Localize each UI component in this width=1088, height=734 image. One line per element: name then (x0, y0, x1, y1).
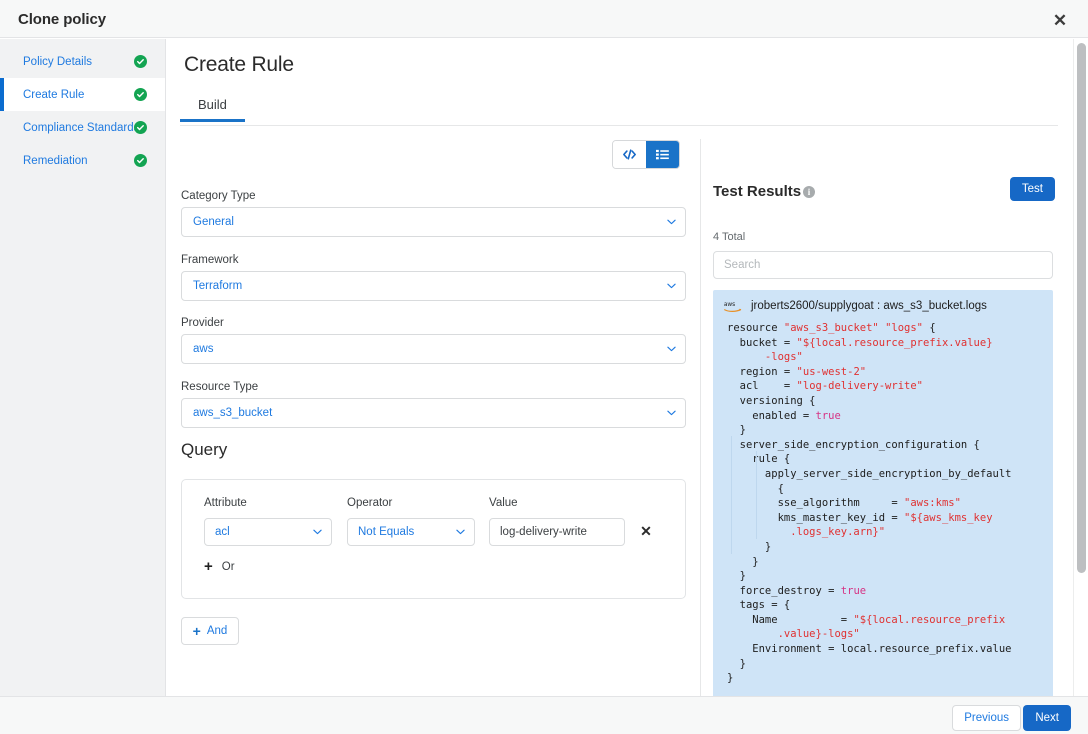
select-value: General (193, 216, 234, 228)
input-value: log-delivery-write (500, 526, 587, 538)
provider-select[interactable]: aws (181, 334, 686, 364)
add-and-label: And (206, 625, 228, 637)
test-result-label: jroberts2600/supplygoat : aws_s3_bucket.… (751, 300, 987, 312)
close-icon[interactable]: ✕ (1048, 8, 1072, 32)
page-title: Create Rule (184, 53, 294, 76)
chevron-down-icon (313, 529, 322, 537)
results-search-input[interactable]: Search (713, 251, 1053, 279)
next-button[interactable]: Next (1023, 705, 1071, 731)
query-attribute-select[interactable]: acl (204, 518, 332, 546)
chevron-down-icon (456, 529, 465, 537)
sidebar-item-label: Compliance Standards (23, 121, 140, 134)
query-condition-group: Attribute Operator Value acl Not Equals (181, 479, 686, 599)
wizard-step-sidebar: Policy Details Create Rule Compliance St… (0, 39, 166, 696)
code-text: resource "aws_s3_bucket" "logs" { bucket… (727, 322, 1012, 685)
add-or-label: Or (221, 560, 235, 573)
sidebar-item-remediation[interactable]: Remediation (0, 144, 165, 177)
test-button[interactable]: Test (1009, 177, 1055, 201)
main-content: Create Rule Build Category Type General … (166, 39, 1072, 696)
plus-icon: + (192, 623, 201, 639)
select-value: acl (215, 526, 230, 538)
svg-text:aws: aws (724, 302, 735, 308)
field-provider: Provider aws (181, 317, 686, 364)
tab-label: Build (198, 97, 227, 112)
dialog-titlebar: Clone policy ✕ (0, 0, 1088, 38)
dialog-scrollbar-thumb[interactable] (1077, 43, 1086, 573)
tab-build[interactable]: Build (180, 93, 245, 122)
chevron-down-icon (667, 219, 676, 227)
remove-condition-icon[interactable]: ✕ (637, 522, 655, 540)
rule-builder-form: Category Type General Framework Terrafor… (166, 127, 700, 696)
field-category-type: Category Type General (181, 190, 686, 237)
select-value: Not Equals (358, 526, 415, 538)
list-view-icon[interactable] (646, 141, 679, 168)
field-label: Category Type (181, 190, 256, 202)
info-icon[interactable]: i (803, 186, 815, 198)
sidebar-item-compliance-standards[interactable]: Compliance Standards (0, 111, 165, 144)
query-operator-select[interactable]: Not Equals (347, 518, 475, 546)
chevron-down-icon (667, 346, 676, 354)
chevron-down-icon (667, 283, 676, 291)
plus-icon: + (204, 558, 213, 575)
query-section-title: Query (181, 440, 228, 459)
previous-button[interactable]: Previous (952, 705, 1021, 731)
chevron-down-icon (667, 410, 676, 418)
select-value: aws_s3_bucket (193, 407, 273, 419)
add-or-condition-button[interactable]: + Or (204, 559, 235, 574)
sidebar-item-policy-details[interactable]: Policy Details (0, 45, 165, 78)
resource-type-select[interactable]: aws_s3_bucket (181, 398, 686, 428)
select-value: Terraform (193, 280, 243, 292)
column-header-attribute: Attribute (204, 497, 247, 509)
field-label: Resource Type (181, 381, 259, 393)
field-framework: Framework Terraform (181, 254, 686, 301)
search-placeholder: Search (724, 259, 761, 271)
results-total-count: 4 Total (713, 231, 746, 243)
code-brackets-icon[interactable] (613, 141, 646, 168)
check-circle-icon (134, 154, 147, 167)
test-results-pane: Test Results i Test 4 Total Search aws j… (701, 127, 1072, 696)
clone-policy-dialog: Clone policy ✕ Policy Details Create Rul… (0, 0, 1088, 734)
field-resource-type: Resource Type aws_s3_bucket (181, 381, 686, 428)
category-type-select[interactable]: General (181, 207, 686, 237)
column-header-operator: Operator (347, 497, 393, 509)
field-label: Framework (181, 254, 239, 266)
sidebar-item-label: Policy Details (23, 55, 93, 68)
sidebar-item-create-rule[interactable]: Create Rule (0, 78, 165, 111)
dialog-title: Clone policy (18, 11, 106, 28)
field-label: Provider (181, 317, 224, 329)
aws-icon: aws (723, 299, 743, 313)
view-mode-toggle (612, 140, 680, 169)
framework-select[interactable]: Terraform (181, 271, 686, 301)
check-circle-icon (134, 88, 147, 101)
add-and-condition-button[interactable]: + And (181, 617, 239, 645)
sidebar-item-label: Create Rule (23, 88, 85, 101)
sidebar-item-label: Remediation (23, 154, 88, 167)
test-result-header: aws jroberts2600/supplygoat : aws_s3_buc… (713, 290, 1053, 318)
tab-bar: Build (180, 93, 1058, 126)
test-results-title: Test Results (713, 183, 802, 200)
select-value: aws (193, 343, 214, 355)
terraform-code-block: resource "aws_s3_bucket" "logs" { bucket… (713, 318, 1053, 686)
check-circle-icon (134, 55, 147, 68)
check-circle-icon (134, 121, 147, 134)
dialog-footer: Previous Next (0, 696, 1088, 734)
query-value-input[interactable]: log-delivery-write (489, 518, 625, 546)
test-result-item[interactable]: aws jroberts2600/supplygoat : aws_s3_buc… (713, 290, 1053, 696)
dialog-scrollbar-track[interactable] (1073, 39, 1088, 696)
column-header-value: Value (489, 497, 518, 509)
